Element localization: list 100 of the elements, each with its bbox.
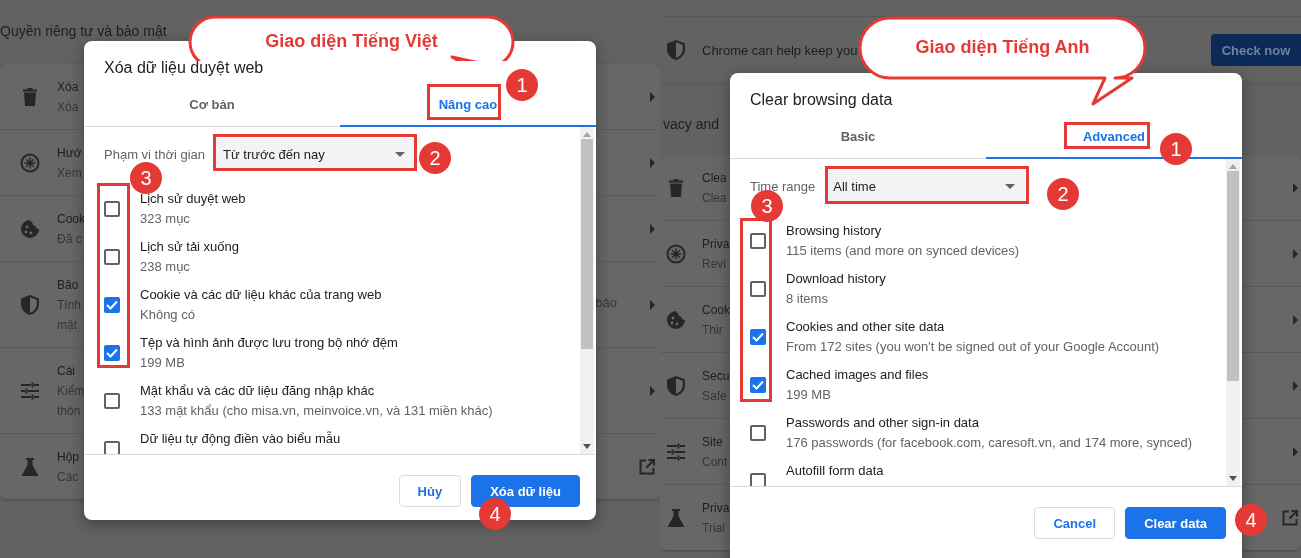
- option-label: Autofill form data: [786, 462, 884, 480]
- option-detail: 8 items: [786, 290, 829, 308]
- scroll-down-icon[interactable]: [1229, 476, 1237, 481]
- option-detail: 199 MB: [786, 386, 832, 404]
- setting-title: Secu: [702, 367, 730, 385]
- arrow-right-icon[interactable]: [650, 299, 655, 310]
- scroll-down-icon[interactable]: [583, 444, 591, 449]
- scrollbar-thumb[interactable]: [581, 139, 593, 349]
- arrow-right-icon[interactable]: [1293, 380, 1298, 391]
- setting-title: Cài: [57, 362, 76, 380]
- checkmark-icon: [752, 332, 764, 342]
- scrollbar[interactable]: [580, 127, 594, 454]
- section-heading: Quyền riêng tư và bảo mật: [0, 22, 168, 40]
- checkbox[interactable]: [750, 281, 766, 297]
- cookie-icon: [666, 309, 686, 330]
- option-label: Dữ liệu tự động điền vào biểu mẫu: [140, 430, 341, 448]
- checkbox[interactable]: [750, 233, 766, 249]
- tab[interactable]: Basic: [730, 115, 986, 159]
- trash-icon: [23, 87, 37, 106]
- checkbox[interactable]: [104, 201, 120, 217]
- checkbox[interactable]: [104, 345, 120, 361]
- callout-text: Giao diện Tiếng Việt: [265, 31, 438, 52]
- option-detail: 176 passwords (for facebook.com, caresoft.vn, and 174 more, synced): [786, 434, 1193, 452]
- option-label: Tệp và hình ảnh được lưu trong bộ nhớ đệm: [140, 334, 398, 352]
- flask-icon: [21, 457, 39, 476]
- setting-title: Priva: [702, 235, 730, 253]
- checkbox[interactable]: [104, 393, 120, 409]
- checkbox[interactable]: [750, 377, 766, 393]
- trash-icon: [669, 178, 683, 197]
- shield-icon: [667, 375, 685, 396]
- arrow-right-icon[interactable]: [1293, 446, 1298, 457]
- callout-text: Giao diện Tiếng Anh: [915, 37, 1090, 58]
- sliders-icon: [21, 381, 39, 400]
- checkmark-icon: [106, 348, 118, 358]
- setting-title: Site: [702, 433, 724, 451]
- compass-icon: [20, 152, 40, 173]
- cancel-button[interactable]: Cancel: [1034, 507, 1116, 539]
- checkmark-icon: [752, 380, 764, 390]
- checkbox[interactable]: [104, 297, 120, 313]
- time-range-dropdown[interactable]: Từ trước đến nay: [215, 138, 416, 170]
- option-detail: 323 mục: [140, 210, 191, 228]
- time-range-dropdown[interactable]: All time: [825, 170, 1026, 202]
- option-label: Download history: [786, 270, 886, 288]
- option-detail: Không có: [140, 306, 196, 324]
- shield-check-icon: [667, 40, 685, 60]
- option-label: Passwords and other sign-in data: [786, 414, 980, 432]
- checkbox[interactable]: [750, 329, 766, 345]
- external-link-icon[interactable]: [1282, 509, 1298, 526]
- option-detail: From 172 sites (you won't be signed out of your Google Account): [786, 338, 1160, 356]
- checkmark-icon: [106, 300, 118, 310]
- arrow-right-icon[interactable]: [650, 91, 655, 102]
- cancel-button[interactable]: Hủy: [398, 475, 462, 507]
- clear-data-button[interactable]: Xóa dữ liệu: [471, 475, 580, 507]
- checkbox[interactable]: [104, 249, 120, 265]
- cookie-icon: [20, 218, 40, 239]
- option-label: Browsing history: [786, 222, 883, 240]
- option-detail: 238 mục: [140, 258, 191, 276]
- arrow-right-icon[interactable]: [650, 157, 655, 168]
- safety-check-text: Chrome can help keep you: [702, 42, 858, 58]
- setting-title: Clea: [702, 169, 727, 187]
- checkbox[interactable]: [750, 473, 766, 486]
- caret-icon: [1005, 183, 1016, 189]
- dialog-title: Xóa dữ liệu duyệt web: [104, 58, 264, 78]
- sliders-icon: [667, 442, 685, 461]
- option-label: Mật khẩu và các dữ liệu đăng nhập khác: [140, 382, 376, 400]
- flask-icon: [667, 508, 685, 527]
- setting-title: Cook: [702, 301, 730, 319]
- arrow-right-icon[interactable]: [1293, 182, 1298, 193]
- scrollbar-thumb[interactable]: [1227, 171, 1239, 381]
- arrow-right-icon[interactable]: [650, 385, 655, 396]
- setting-title: Bảo: [57, 276, 80, 294]
- option-label: Cookie và các dữ liệu khác của trang web: [140, 286, 382, 304]
- option-detail: 199 MB: [140, 354, 186, 372]
- step-badge: 4: [479, 498, 511, 530]
- clear-data-button[interactable]: Clear data: [1125, 507, 1226, 539]
- scrollbar[interactable]: [1226, 159, 1240, 486]
- option-detail: 115 items (and more on synced devices): [786, 242, 1020, 260]
- field-label: Phạm vi thời gian: [104, 146, 206, 162]
- scroll-up-icon[interactable]: [583, 132, 591, 137]
- caret-icon: [395, 151, 406, 157]
- option-label: Cached images and files: [786, 366, 929, 384]
- checkbox[interactable]: [750, 425, 766, 441]
- arrow-right-icon[interactable]: [1293, 248, 1298, 259]
- arrow-right-icon[interactable]: [1293, 314, 1298, 325]
- option-label: Lịch sử tải xuống: [140, 238, 240, 256]
- shield-icon: [21, 294, 39, 315]
- option-detail: 133 mật khẩu (cho misa.vn, meinvoice.vn, và 131 miền khác): [140, 402, 493, 420]
- scroll-up-icon[interactable]: [1229, 164, 1237, 169]
- tab[interactable]: Cơ bản: [84, 83, 340, 127]
- dialog-title: Clear browsing data: [750, 90, 893, 110]
- check-now-button[interactable]: Check now: [1211, 34, 1301, 66]
- arrow-right-icon[interactable]: [650, 223, 655, 234]
- compass-icon: [666, 243, 686, 264]
- setting-title: Hướ: [57, 144, 82, 162]
- setting-title: Cook: [57, 210, 85, 228]
- setting-title: Hộp: [57, 448, 79, 466]
- section-heading: vacy and: [662, 115, 721, 133]
- external-link-icon[interactable]: [639, 458, 655, 475]
- setting-title: Priva: [702, 499, 730, 517]
- checkbox[interactable]: [104, 441, 120, 454]
